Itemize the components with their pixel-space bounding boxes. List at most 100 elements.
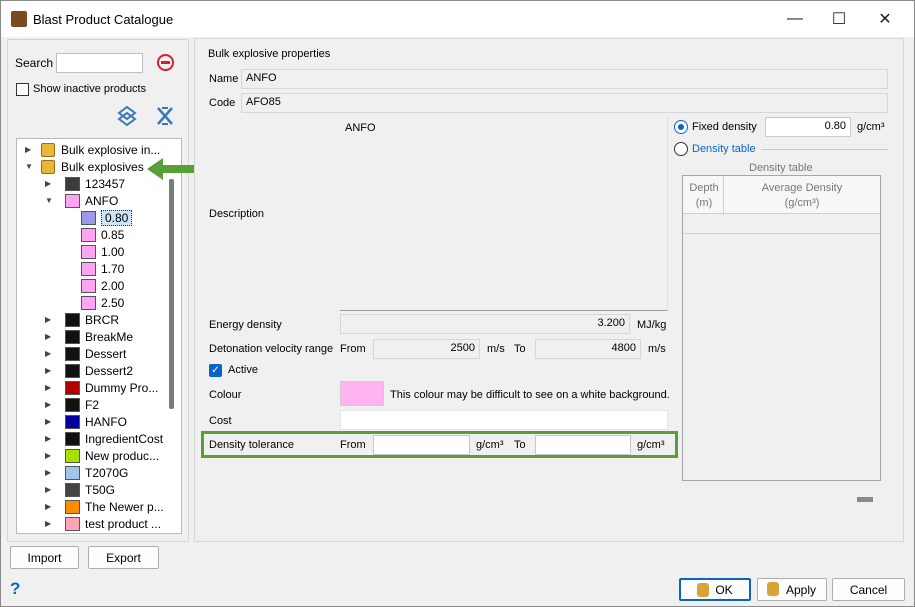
colour-swatch-button[interactable]	[340, 381, 384, 406]
search-label: Search	[15, 56, 54, 70]
tree-item-label: 0.80	[101, 210, 133, 226]
expand-arrow-icon[interactable]: ▶	[45, 434, 51, 443]
tree-item-label: New produc...	[85, 449, 160, 463]
col-avg-density: Average Density	[761, 182, 843, 194]
tree-item[interactable]: ▶ New produc...	[17, 448, 181, 465]
colour-swatch	[65, 364, 80, 378]
collapse-all-icon[interactable]	[155, 105, 175, 127]
colour-warning: This colour may be difficult to see on a…	[390, 389, 670, 401]
help-icon[interactable]: ?	[10, 579, 20, 599]
expand-arrow-icon[interactable]: ▶	[45, 451, 51, 460]
energy-density-label: Energy density	[209, 319, 282, 331]
remove-row-icon[interactable]	[857, 497, 873, 502]
expand-arrow-icon[interactable]: ▶	[45, 417, 51, 426]
density-table-radio[interactable]	[674, 142, 688, 156]
tree-scrollbar[interactable]	[169, 179, 174, 409]
tree-item[interactable]: ▶ Dummy Pro...	[17, 380, 181, 397]
expand-arrow-icon[interactable]: ▶	[45, 383, 51, 392]
tree-item-label: Dessert	[85, 347, 127, 361]
density-table-link[interactable]: Density table	[692, 143, 756, 155]
tree-item[interactable]: 0.85	[17, 227, 181, 244]
table-row[interactable]	[683, 215, 880, 234]
show-inactive-checkbox[interactable]	[16, 83, 29, 96]
tol-to-field[interactable]	[535, 435, 631, 455]
tree-item[interactable]: ▶ T2070G	[17, 465, 181, 482]
cancel-button[interactable]: Cancel	[832, 578, 905, 601]
clear-search-icon[interactable]	[157, 54, 174, 71]
box-icon	[41, 160, 55, 174]
collapse-arrow-icon[interactable]: ▼	[45, 196, 53, 205]
name-field[interactable]: ANFO	[241, 69, 888, 89]
title-bar: Blast Product Catalogue — ☐ ✕	[1, 1, 914, 37]
det-from-field[interactable]: 2500	[373, 339, 480, 359]
fixed-density-field[interactable]: 0.80	[765, 117, 851, 137]
fixed-density-label: Fixed density	[692, 121, 757, 133]
expand-arrow-icon[interactable]: ▶	[45, 519, 51, 528]
divider	[761, 149, 888, 150]
tree-item-label: 2.50	[101, 296, 125, 310]
tree-item-label: F2	[85, 398, 100, 412]
expand-arrow-icon[interactable]: ▶	[45, 332, 51, 341]
tree-item-label: 123457	[85, 177, 126, 191]
colour-swatch	[65, 415, 80, 429]
collapse-arrow-icon[interactable]: ▼	[25, 162, 33, 171]
expand-arrow-icon[interactable]: ▶	[45, 179, 51, 188]
expand-arrow-icon[interactable]: ▶	[25, 145, 31, 154]
maximize-icon[interactable]: ☐	[819, 5, 859, 33]
description-field[interactable]: ANFO	[340, 117, 668, 311]
tree-item[interactable]: ▼ ANFO	[17, 193, 181, 210]
det-to-label: To	[514, 343, 526, 355]
expand-arrow-icon[interactable]: ▶	[45, 315, 51, 324]
tree-item[interactable]: 1.00	[17, 244, 181, 261]
det-to-field[interactable]: 4800	[535, 339, 641, 359]
ok-button[interactable]: OK	[679, 578, 751, 601]
cost-field[interactable]	[340, 410, 668, 430]
col-depth: Depth	[689, 182, 719, 194]
tree-item[interactable]: 1.70	[17, 261, 181, 278]
col-avg-density-unit: (g/cm³)	[784, 197, 820, 209]
tree-item[interactable]: 2.00	[17, 278, 181, 295]
code-field[interactable]: AFO85	[241, 93, 888, 113]
tree-item[interactable]: ▶ The Newer p...	[17, 499, 181, 516]
tree-item[interactable]: ▶ test product ...	[17, 516, 181, 533]
product-tree[interactable]: ▶ Bulk explosive in... ▼ Bulk explosives ▶ 12…	[16, 138, 182, 534]
close-icon[interactable]: ✕	[865, 5, 905, 33]
tree-item[interactable]: ▶ HANFO	[17, 414, 181, 431]
apply-button[interactable]: Apply	[757, 578, 827, 601]
expand-arrow-icon[interactable]: ▶	[45, 349, 51, 358]
tree-item[interactable]: 0.80	[17, 210, 181, 227]
tree-item[interactable]: 2.50	[17, 295, 181, 312]
expand-arrow-icon[interactable]: ▶	[45, 468, 51, 477]
minimize-icon[interactable]: —	[775, 5, 815, 33]
tree-item[interactable]: ▶ T50G	[17, 482, 181, 499]
tree-item-label: 1.70	[101, 262, 125, 276]
active-checkbox[interactable]: ✓	[209, 364, 222, 377]
energy-density-field[interactable]: 3.200	[340, 314, 630, 334]
tree-item[interactable]: ▶ IngredientCost	[17, 431, 181, 448]
tree-item[interactable]: ▶ BreakMe	[17, 329, 181, 346]
expand-arrow-icon[interactable]: ▶	[45, 502, 51, 511]
tree-item[interactable]: ▶ BRCR	[17, 312, 181, 329]
import-button[interactable]: Import	[10, 546, 79, 569]
tree-item[interactable]: ▶ Dessert	[17, 346, 181, 363]
tol-from-field[interactable]	[373, 435, 470, 455]
fixed-density-radio[interactable]	[674, 120, 688, 134]
colour-swatch	[65, 347, 80, 361]
tree-item[interactable]: ▶ F2	[17, 397, 181, 414]
colour-swatch	[65, 177, 80, 191]
expand-all-icon[interactable]	[117, 105, 137, 127]
det-to-unit: m/s	[648, 343, 666, 355]
density-table-title: Density table	[749, 162, 813, 174]
colour-swatch	[65, 194, 80, 208]
export-button[interactable]: Export	[88, 546, 159, 569]
expand-arrow-icon[interactable]: ▶	[45, 485, 51, 494]
tree-item[interactable]: ▶ Dessert2	[17, 363, 181, 380]
dialog-window: Blast Product Catalogue — ☐ ✕ Search Sho…	[0, 0, 915, 607]
tree-item-label: Dessert2	[85, 364, 134, 378]
tree-item[interactable]: ▶ Bulk explosive in...	[17, 142, 181, 159]
density-table[interactable]: Depth (m) Average Density (g/cm³)	[682, 175, 881, 481]
expand-arrow-icon[interactable]: ▶	[45, 400, 51, 409]
search-input[interactable]	[56, 53, 143, 73]
energy-unit: MJ/kg	[637, 319, 667, 331]
expand-arrow-icon[interactable]: ▶	[45, 366, 51, 375]
